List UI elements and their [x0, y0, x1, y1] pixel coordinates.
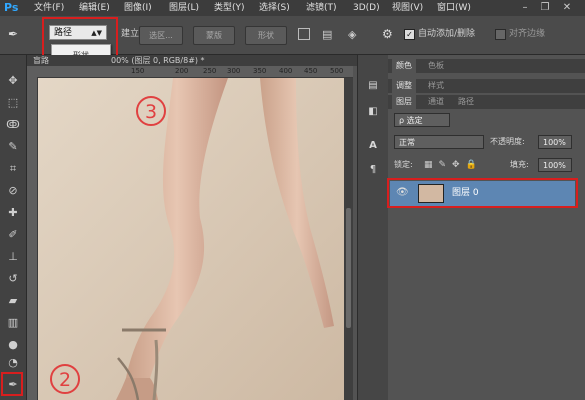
auto-add-delete-label: 自动添加/删除: [418, 29, 476, 39]
tab-layers[interactable]: 图层: [392, 95, 416, 109]
tab-color[interactable]: 颜色: [392, 59, 416, 73]
menu-layer[interactable]: 图层(L): [169, 0, 199, 16]
color-tabs: 颜色 色板: [388, 59, 585, 73]
minimize-icon[interactable]: –: [518, 2, 532, 13]
right-panels: 颜色 色板 调整 样式 图层 通道 路径 ρ 选定 正常 不透明度: 100% …: [388, 55, 585, 400]
menu-file[interactable]: 文件(F): [34, 0, 64, 16]
move-tool-icon[interactable]: ✥: [5, 73, 21, 89]
lock-icons[interactable]: ▦✎✥🔒: [424, 158, 494, 172]
annotation-two: 2: [50, 364, 80, 394]
brush-tool-icon[interactable]: ✐: [5, 227, 21, 243]
fill-input[interactable]: 100%: [538, 158, 572, 172]
adjust-tabs: 调整 样式: [388, 79, 585, 93]
blend-mode-select[interactable]: 正常: [394, 135, 484, 149]
healing-brush-tool-icon[interactable]: ✚: [5, 205, 21, 221]
menu-filter[interactable]: 滤镜(T): [306, 0, 337, 16]
tab-paths[interactable]: 路径: [454, 95, 478, 109]
document-tab-prefix: 盲路: [33, 56, 49, 65]
make-selection-button[interactable]: 选区...: [139, 26, 183, 45]
restore-icon[interactable]: ❐: [538, 2, 552, 13]
align-edges-label: 对齐边缘: [509, 29, 546, 39]
menu-edit[interactable]: 编辑(E): [79, 0, 110, 16]
tab-styles[interactable]: 样式: [424, 79, 448, 93]
document-tab[interactable]: 盲路 00% (图层 0, RGB/8#) *: [27, 55, 357, 66]
menu-bar: Ps 文件(F) 编辑(E) 图像(I) 图层(L) 类型(Y) 选择(S) 滤…: [0, 0, 585, 16]
path-operations-icon[interactable]: [298, 28, 310, 40]
ruler-tick: 150: [131, 67, 145, 75]
history-panel-icon[interactable]: ▤: [366, 79, 380, 93]
menu-view[interactable]: 视图(V): [392, 0, 423, 16]
fill-label: 填充:: [510, 160, 529, 169]
photoshop-logo: Ps: [4, 1, 19, 14]
document-tab-title: 00% (图层 0, RGB/8#) *: [111, 56, 205, 65]
blur-tool-icon[interactable]: ●: [5, 337, 21, 353]
layers-tabs: 图层 通道 路径: [388, 95, 585, 109]
history-brush-tool-icon[interactable]: ↺: [5, 271, 21, 287]
layer-kind-filter[interactable]: ρ 选定: [394, 113, 450, 127]
tools-panel: ✥ ⬚ ↂ ✎ ⌗ ⊘ ✚ ✐ ⊥ ↺ ▰ ▥ ● ◔ ✒: [0, 55, 27, 400]
paragraph-panel-icon[interactable]: ¶: [366, 163, 380, 177]
ruler-tick: 450: [304, 67, 318, 75]
make-shape-button[interactable]: 形状: [245, 26, 287, 45]
scrollbar-thumb[interactable]: [346, 208, 351, 328]
gear-icon[interactable]: ⚙: [382, 27, 396, 41]
properties-panel-icon[interactable]: ◧: [366, 105, 380, 119]
ruler-tick: 350: [253, 67, 267, 75]
pen-tool-preset-icon[interactable]: ✒: [8, 26, 26, 43]
menu-image[interactable]: 图像(I): [124, 0, 152, 16]
crop-tool-icon[interactable]: ⌗: [5, 161, 21, 177]
path-arrangement-icon[interactable]: ◈: [348, 28, 362, 41]
vertical-scrollbar[interactable]: [344, 78, 353, 400]
dodge-tool-icon[interactable]: ◔: [5, 355, 21, 371]
menu-type[interactable]: 类型(Y): [214, 0, 245, 16]
horizontal-ruler[interactable]: 150 200 250 300 350 400 450 500: [27, 66, 353, 78]
ruler-tick: 500: [330, 67, 344, 75]
gradient-tool-icon[interactable]: ▥: [5, 315, 21, 331]
align-edges-checkbox[interactable]: [495, 29, 506, 40]
pen-tool-highlight-box: [1, 372, 23, 396]
path-alignment-icon[interactable]: ▤: [322, 28, 336, 41]
tab-channels[interactable]: 通道: [424, 95, 448, 109]
ruler-tick: 400: [279, 67, 293, 75]
ruler-tick: 200: [175, 67, 189, 75]
menu-window[interactable]: 窗口(W): [437, 0, 471, 16]
clone-stamp-tool-icon[interactable]: ⊥: [5, 249, 21, 265]
legs-photo: [38, 78, 344, 400]
character-panel-icon[interactable]: A: [366, 139, 380, 153]
opacity-input[interactable]: 100%: [538, 135, 572, 149]
tab-swatches[interactable]: 色板: [424, 59, 448, 73]
marquee-tool-icon[interactable]: ⬚: [5, 95, 21, 111]
vertical-ruler[interactable]: [27, 77, 38, 400]
make-mask-button[interactable]: 蒙版: [193, 26, 235, 45]
layer-highlight-box: [387, 178, 578, 208]
annotation-three: 3: [136, 96, 166, 126]
opacity-label: 不透明度:: [490, 137, 525, 146]
close-icon[interactable]: ✕: [560, 2, 574, 13]
menu-select[interactable]: 选择(S): [259, 0, 290, 16]
eraser-tool-icon[interactable]: ▰: [5, 293, 21, 309]
ruler-tick: 250: [203, 67, 217, 75]
lasso-tool-icon[interactable]: ↂ: [5, 117, 21, 133]
document-canvas[interactable]: [38, 78, 344, 400]
panel-dock: ▤ ◧ A ¶: [357, 55, 389, 400]
ruler-tick: 300: [227, 67, 241, 75]
auto-add-delete-checkbox[interactable]: ✓: [404, 29, 415, 40]
lock-label: 锁定:: [394, 160, 413, 169]
quick-select-tool-icon[interactable]: ✎: [5, 139, 21, 155]
menu-3d[interactable]: 3D(D): [353, 0, 380, 16]
eyedropper-tool-icon[interactable]: ⊘: [5, 183, 21, 199]
tab-adjustments[interactable]: 调整: [392, 79, 416, 93]
